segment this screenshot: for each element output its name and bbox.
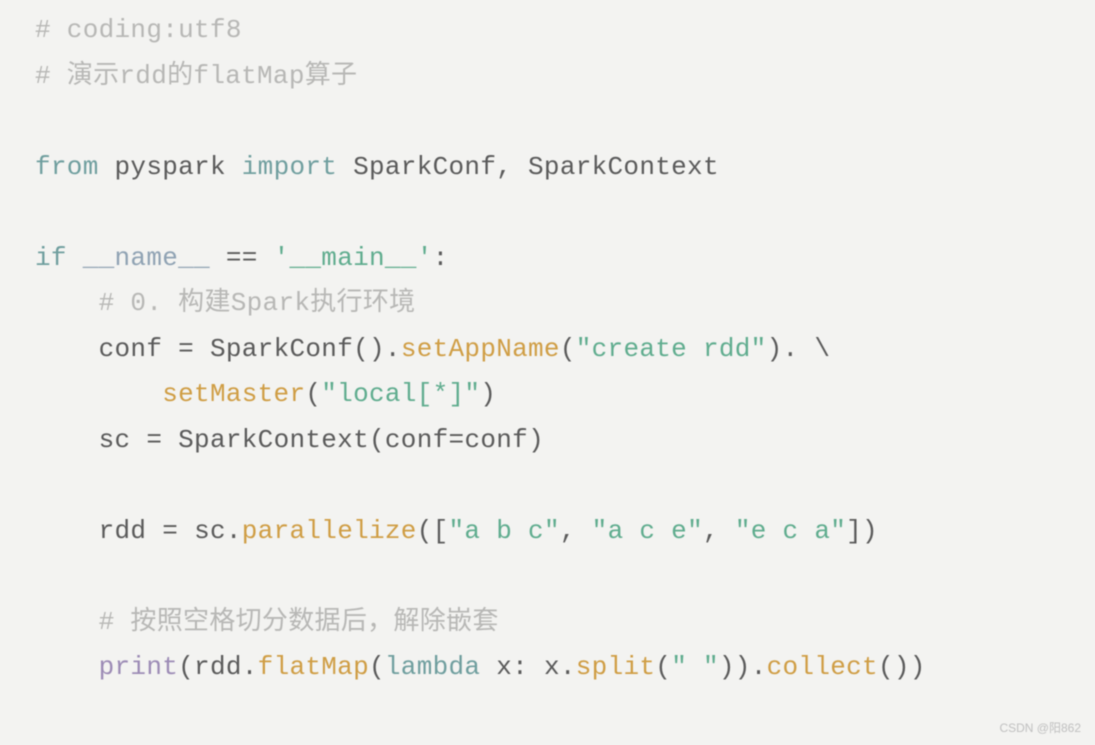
- code-line-9: setMaster("local[*]"): [35, 372, 1060, 418]
- code-line-13: [35, 554, 1060, 600]
- method-flatmap: flatMap: [258, 652, 369, 682]
- var-rdd-dot: rdd.: [194, 652, 258, 682]
- var-rdd: rdd: [99, 516, 147, 546]
- keyword-lambda: lambda: [385, 652, 480, 682]
- comment: # 按照空格切分数据后，解除嵌套: [99, 607, 499, 637]
- var-sc-dot: sc.: [194, 516, 242, 546]
- comment: # 0. 构建Spark执行环境: [99, 288, 416, 318]
- paren: (: [178, 652, 194, 682]
- method-parallelize: parallelize: [242, 516, 417, 546]
- paren: ): [528, 425, 544, 455]
- code-line-14: # 按照空格切分数据后，解除嵌套: [35, 600, 1060, 646]
- code-line-6: if __name__ == '__main__':: [35, 236, 1060, 282]
- code-line-11: [35, 463, 1060, 509]
- method-collect: collect: [767, 652, 878, 682]
- code-line-15: print(rdd.flatMap(lambda x: x.split(" ")…: [35, 645, 1060, 691]
- dunder-name: __name__: [83, 243, 210, 273]
- code-line-8: conf = SparkConf().setAppName("create rd…: [35, 327, 1060, 373]
- comment: # coding:utf8: [35, 15, 242, 45]
- var-sc: sc: [99, 425, 131, 455]
- paren: ().: [353, 334, 401, 364]
- paren: )).: [719, 652, 767, 682]
- class-sparkcontext: SparkContext: [178, 425, 369, 455]
- comma: ,: [560, 516, 576, 546]
- string-abc: "a b c": [449, 516, 560, 546]
- paren: ): [480, 379, 496, 409]
- comma: ,: [703, 516, 719, 546]
- paren: (: [369, 652, 385, 682]
- keyword-from: from: [35, 152, 99, 182]
- kwarg-conf: conf: [385, 425, 449, 455]
- var-x-dot: x.: [544, 652, 576, 682]
- line-continuation: \: [814, 334, 830, 364]
- module-name: pyspark: [115, 152, 226, 182]
- code-line-3: [35, 99, 1060, 145]
- comment: # 演示rdd的flatMap算子: [35, 61, 357, 91]
- paren: ).: [767, 334, 799, 364]
- operator-assign: =: [162, 516, 178, 546]
- method-setappname: setAppName: [401, 334, 560, 364]
- import-list: SparkConf, SparkContext: [353, 152, 719, 182]
- paren: (: [305, 379, 321, 409]
- code-line-2: # 演示rdd的flatMap算子: [35, 54, 1060, 100]
- code-line-12: rdd = sc.parallelize(["a b c", "a c e", …: [35, 509, 1060, 555]
- var-conf: conf: [99, 334, 163, 364]
- operator-assign: =: [449, 425, 465, 455]
- builtin-print: print: [99, 652, 179, 682]
- lambda-arg: x:: [496, 652, 528, 682]
- csdn-watermark: CSDN @阳862: [999, 718, 1081, 739]
- keyword-if: if: [35, 243, 67, 273]
- string-main: '__main__': [274, 243, 433, 273]
- string-space: " ": [671, 652, 719, 682]
- string-create-rdd: "create rdd": [576, 334, 767, 364]
- string-eca: "e c a": [735, 516, 846, 546]
- method-split: split: [576, 652, 656, 682]
- code-line-10: sc = SparkContext(conf=conf): [35, 418, 1060, 464]
- class-sparkconf: SparkConf: [210, 334, 353, 364]
- string-local: "local[*]": [321, 379, 480, 409]
- colon: :: [433, 243, 449, 273]
- operator-eq: ==: [226, 243, 258, 273]
- operator-assign: =: [178, 334, 194, 364]
- string-ace: "a c e": [592, 516, 703, 546]
- keyword-import: import: [242, 152, 337, 182]
- var-conf: conf: [464, 425, 528, 455]
- paren: (: [560, 334, 576, 364]
- code-line-1: # coding:utf8: [35, 8, 1060, 54]
- code-line-4: from pyspark import SparkConf, SparkCont…: [35, 145, 1060, 191]
- code-line-5: [35, 190, 1060, 236]
- method-setmaster: setMaster: [162, 379, 305, 409]
- paren: (: [369, 425, 385, 455]
- paren: ]): [846, 516, 878, 546]
- code-line-7: # 0. 构建Spark执行环境: [35, 281, 1060, 327]
- paren: ([: [417, 516, 449, 546]
- operator-assign: =: [146, 425, 162, 455]
- paren: (: [655, 652, 671, 682]
- paren: ()): [878, 652, 926, 682]
